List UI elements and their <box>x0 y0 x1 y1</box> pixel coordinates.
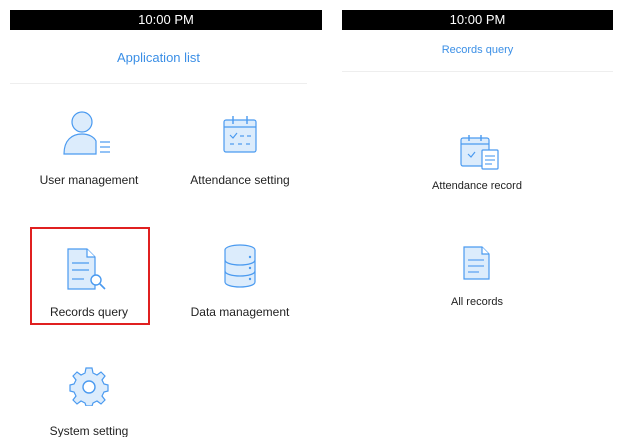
records-query-screen: 10:00 PM Records query Attendance record <box>342 10 613 437</box>
user-icon <box>63 111 110 155</box>
app-data-management[interactable]: Data management <box>180 238 300 328</box>
app-label: System setting <box>49 424 129 437</box>
records-query-highlight <box>30 227 150 325</box>
app-label: Data management <box>190 305 290 319</box>
all-records-item[interactable]: All records <box>402 246 552 316</box>
gear-icon <box>69 367 109 406</box>
app-user-management[interactable]: User management <box>34 110 144 190</box>
app-system-setting[interactable]: System setting <box>34 360 144 437</box>
application-list-screen: 10:00 PM Application list User managemen… <box>10 10 322 437</box>
page-title-text: Records query <box>441 44 514 56</box>
page: 10:00 PM Application list User managemen… <box>0 0 620 437</box>
item-label: All records <box>451 296 503 308</box>
item-label: Attendance record <box>432 180 522 192</box>
page-title: Application list <box>10 30 307 84</box>
status-time: 10:00 PM <box>449 12 506 27</box>
database-icon <box>224 244 256 288</box>
status-bar: 10:00 PM <box>10 10 322 30</box>
attendance-record-item[interactable]: Attendance record <box>402 130 552 200</box>
app-label: User management <box>39 173 139 187</box>
document-icon <box>463 246 490 280</box>
status-bar: 10:00 PM <box>342 10 613 30</box>
page-title-text: Application list <box>116 50 201 65</box>
app-label: Attendance setting <box>190 173 290 187</box>
app-attendance-setting[interactable]: Attendance setting <box>180 110 300 190</box>
calendar-icon <box>223 116 257 153</box>
calendar-document-icon <box>460 135 499 170</box>
page-title: Records query <box>342 30 613 72</box>
status-time: 10:00 PM <box>138 12 194 27</box>
